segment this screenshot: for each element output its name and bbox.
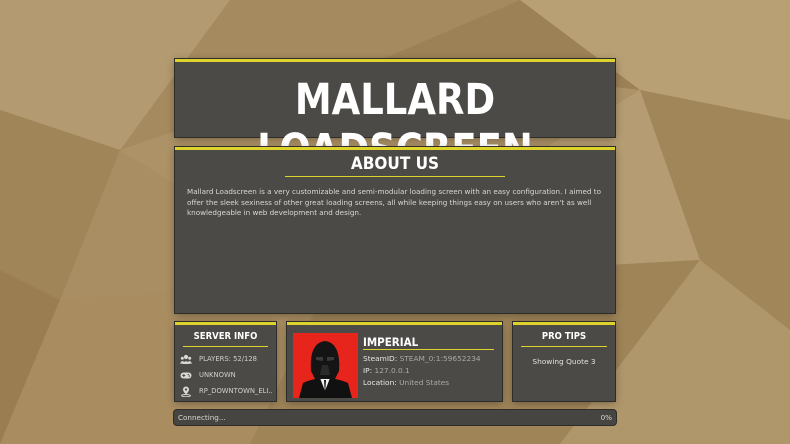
gamepad-icon bbox=[180, 372, 192, 378]
about-heading: ABOUT US bbox=[350, 154, 440, 174]
map-marker-icon bbox=[181, 386, 191, 397]
server-map-row: RP_DOWNTOWN_ELI... bbox=[180, 385, 273, 397]
title-panel: MALLARD LOADSCREEN bbox=[175, 59, 615, 175]
pro-tips-heading: PRO TIPS bbox=[541, 331, 587, 342]
darth-vader-avatar-icon bbox=[293, 333, 358, 398]
about-panel: ABOUT US Mallard Loadscreen is a very cu… bbox=[175, 147, 615, 313]
player-location-line: Location: United States bbox=[363, 378, 449, 387]
progress-status: Connecting... bbox=[178, 413, 226, 422]
avatar bbox=[293, 333, 358, 398]
player-ip-line: IP: 127.0.0.1 bbox=[363, 366, 410, 375]
player-panel: IMPERIAL SteamID: STEAM_0:1:59652234 IP:… bbox=[287, 322, 502, 401]
pro-tips-panel: PRO TIPS Showing Quote 3 bbox=[513, 322, 615, 401]
ip-value: 127.0.0.1 bbox=[374, 366, 410, 375]
about-divider bbox=[285, 176, 505, 177]
steamid-label: SteamID: bbox=[363, 354, 398, 363]
server-gamemode-row: UNKNOWN bbox=[180, 369, 273, 381]
server-map: RP_DOWNTOWN_ELI... bbox=[199, 387, 273, 395]
progress-percent: 0% bbox=[600, 413, 612, 422]
loading-progress-bar: Connecting... 0% bbox=[174, 410, 616, 425]
server-info-divider bbox=[183, 346, 268, 347]
server-info-panel: SERVER INFO PLAYERS: 52/128 UNKNOWN RP_D… bbox=[175, 322, 276, 401]
server-players: PLAYERS: 52/128 bbox=[199, 355, 258, 363]
users-icon bbox=[180, 354, 192, 364]
server-info-heading: SERVER INFO bbox=[193, 331, 258, 342]
location-value: United States bbox=[399, 378, 450, 387]
ip-label: IP: bbox=[363, 366, 373, 375]
pro-tips-divider bbox=[521, 346, 607, 347]
steamid-value: STEAM_0:1:59652234 bbox=[399, 354, 481, 363]
player-divider bbox=[363, 349, 494, 350]
server-gamemode: UNKNOWN bbox=[199, 371, 236, 379]
location-label: Location: bbox=[363, 378, 397, 387]
server-players-row: PLAYERS: 52/128 bbox=[180, 353, 273, 365]
about-text: Mallard Loadscreen is a very customizabl… bbox=[187, 187, 601, 217]
player-name: IMPERIAL bbox=[363, 335, 419, 349]
player-steamid-line: SteamID: STEAM_0:1:59652234 bbox=[363, 354, 481, 363]
pro-tips-text: Showing Quote 3 bbox=[532, 357, 596, 366]
